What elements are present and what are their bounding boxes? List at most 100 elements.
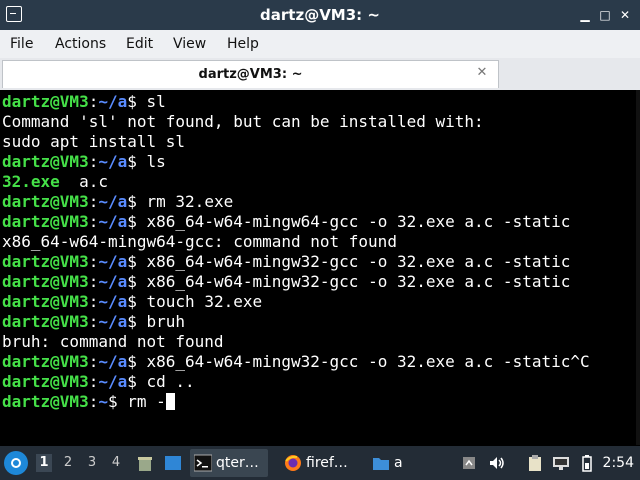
prompt-separator: : [88,192,99,211]
command-text: x86_64-w64-mingw32-gcc -o 32.exe a.c -st… [146,252,571,271]
command-text: cd .. [146,372,195,391]
window-titlebar[interactable]: dartz@VM3: ~ ▁ □ ✕ [0,0,640,30]
show-desktop-icon[interactable] [164,454,182,472]
volume-icon[interactable] [488,454,506,472]
command-text: bruh [146,312,186,331]
prompt-path: ~/a [98,152,128,171]
prompt-user: dartz@VM3 [2,252,89,271]
command-text: touch 32.exe [146,292,263,311]
prompt-separator: : [88,312,99,331]
window-title: dartz@VM3: ~ [260,6,380,24]
prompt-user: dartz@VM3 [2,372,89,391]
prompt-path: ~/a [98,92,128,111]
terminal-output[interactable]: dartz@VM3:~/a$ sl Command 'sl' not found,… [0,90,640,445]
prompt-dollar: $ [127,372,147,391]
command-text: x86_64-w64-mingw32-gcc -o 32.exe a.c -st… [146,352,590,371]
prompt-user: dartz@VM3 [2,212,89,231]
prompt-dollar: $ [107,392,128,411]
prompt-separator: : [88,352,99,371]
terminal-prompt-line: dartz@VM3:~/a$ ls [2,152,166,172]
start-menu-icon[interactable] [4,451,28,475]
prompt-separator: : [88,252,99,271]
ls-file: a.c [59,172,108,191]
maximize-button[interactable]: □ [596,6,614,24]
prompt-separator: : [88,372,99,391]
minimize-button[interactable]: ▁ [576,6,594,24]
text-cursor [165,393,175,410]
prompt-user: dartz@VM3 [2,192,89,211]
command-text: x86_64-w64-mingw32-gcc -o 32.exe a.c -st… [146,272,571,291]
prompt-separator: : [88,152,99,171]
tray-up-icon[interactable] [460,454,478,472]
prompt-separator: : [88,292,99,311]
prompt-separator: : [88,392,99,411]
firefox-icon [285,455,301,471]
prompt-path: ~/a [98,192,128,211]
prompt-dollar: $ [127,292,147,311]
ls-executable: 32.exe [2,172,60,191]
prompt-path: ~/a [98,372,128,391]
terminal-prompt-line: dartz@VM3:~/a$ rm 32.exe [2,192,233,212]
prompt-dollar: $ [127,192,147,211]
terminal-output-line: 32.exe a.c [2,172,108,192]
task-firefox[interactable]: firef… [280,449,360,477]
prompt-user: dartz@VM3 [2,272,89,291]
task-label: a [394,455,403,471]
taskbar: 1 2 3 4 qter… firef… a 2:54 [0,446,640,480]
terminal-prompt-line: dartz@VM3:~/a$ sl [2,92,166,112]
terminal-output-line: Command 'sl' not found, but can be insta… [2,112,484,131]
tab-label: dartz@VM3: ~ [198,67,303,82]
prompt-path: ~/a [98,252,128,271]
prompt-path: ~/a [98,312,128,331]
task-label: firef… [306,455,348,471]
menu-file[interactable]: File [10,30,33,58]
prompt-path: ~ [98,392,108,411]
desktop-2-button[interactable]: 2 [60,454,76,472]
command-text: x86_64-w64-mingw64-gcc -o 32.exe a.c -st… [146,212,571,231]
command-text: ls [146,152,166,171]
folder-icon [373,458,389,470]
menu-edit[interactable]: Edit [126,30,153,58]
tab-close-icon[interactable]: ✕ [474,65,490,81]
prompt-user: dartz@VM3 [2,392,89,411]
menu-help[interactable]: Help [227,30,259,58]
command-text: sl [146,92,166,111]
terminal-output-line: x86_64-w64-mingw64-gcc: command not foun… [2,232,397,251]
prompt-dollar: $ [127,312,147,331]
task-folder[interactable]: a [368,449,408,477]
prompt-dollar: $ [127,352,147,371]
terminal-prompt-line: dartz@VM3:~/a$ touch 32.exe [2,292,262,312]
prompt-separator: : [88,272,99,291]
command-text: rm - [127,392,166,411]
menu-actions[interactable]: Actions [55,30,106,58]
terminal-prompt-line: dartz@VM3:~/a$ x86_64-w64-mingw32-gcc -o… [2,352,590,372]
command-text: rm 32.exe [146,192,234,211]
prompt-dollar: $ [127,212,147,231]
desktop-1-button[interactable]: 1 [36,454,52,472]
prompt-user: dartz@VM3 [2,292,89,311]
prompt-dollar: $ [127,272,147,291]
terminal-output-line: bruh: command not found [2,332,224,351]
prompt-user: dartz@VM3 [2,92,89,111]
terminal-prompt-line: dartz@VM3:~/a$ x86_64-w64-mingw32-gcc -o… [2,252,570,272]
terminal-prompt-line: dartz@VM3:~/a$ cd .. [2,372,195,392]
prompt-path: ~/a [98,292,128,311]
desktop-4-button[interactable]: 4 [108,454,124,472]
task-label: qter… [216,455,259,471]
trash-icon[interactable] [136,454,154,472]
close-button[interactable]: ✕ [616,6,634,24]
menubar: File Actions Edit View Help [0,30,640,58]
tab-terminal[interactable]: dartz@VM3: ~ ✕ [2,60,499,88]
prompt-path: ~/a [98,352,128,371]
menu-view[interactable]: View [173,30,206,58]
network-icon[interactable] [552,454,570,472]
battery-icon[interactable] [578,454,596,472]
prompt-user: dartz@VM3 [2,152,89,171]
terminal-icon [194,454,212,472]
prompt-dollar: $ [127,92,147,111]
task-qterminal[interactable]: qter… [190,449,268,477]
terminal-scrollbar[interactable] [636,90,640,445]
clipboard-icon[interactable] [526,454,544,472]
clock[interactable]: 2:54 [603,446,634,480]
desktop-3-button[interactable]: 3 [84,454,100,472]
